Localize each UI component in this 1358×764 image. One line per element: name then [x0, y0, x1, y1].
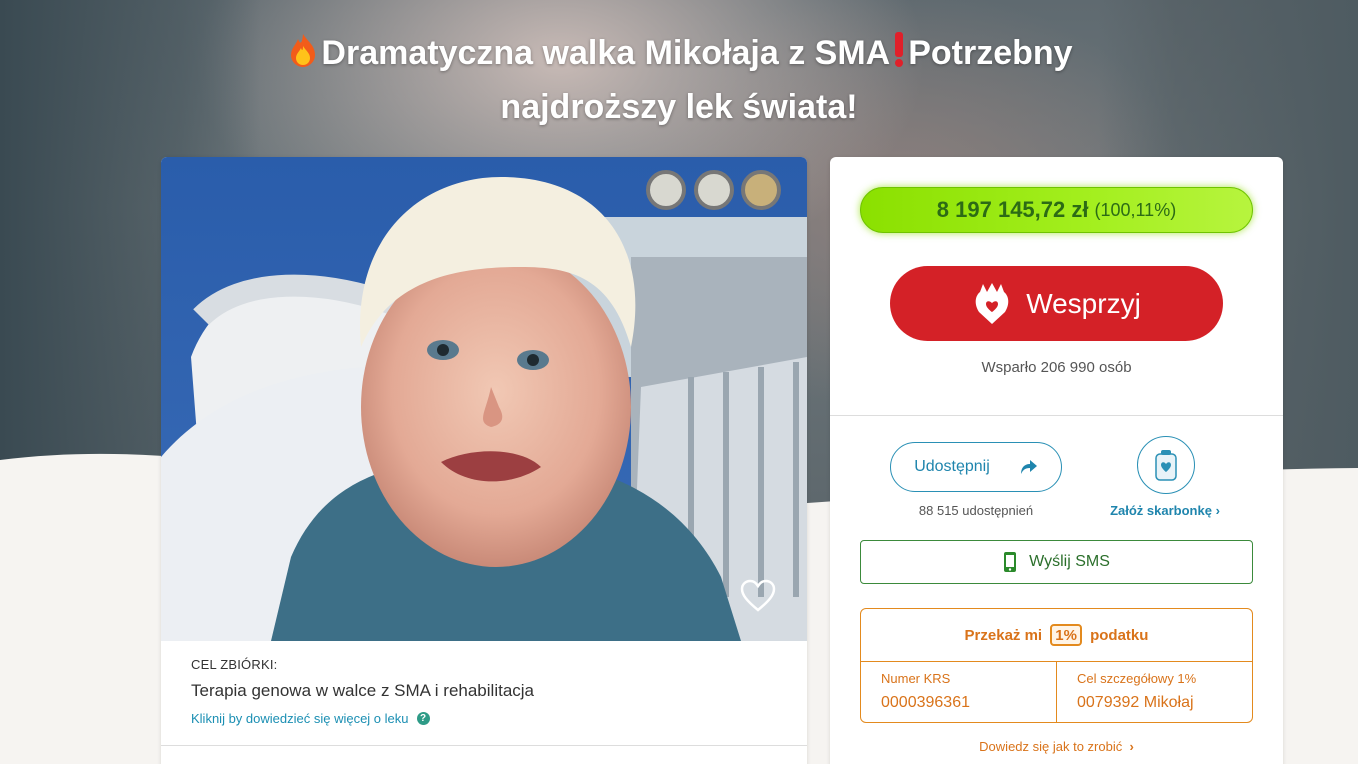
goal-section: CEL ZBIÓRKI: Terapia genowa w walce z SM…: [191, 657, 781, 726]
donate-label: Wesprzyj: [1026, 287, 1141, 319]
tax-goal-cell: Cel szczegółowy 1% 0079392 Mikołaj: [1056, 662, 1252, 722]
amount-raised: 8 197 145,72 zł: [936, 197, 1089, 222]
howto-label: Dowiedz się jak to zrobić: [979, 739, 1123, 754]
share-count: 88 515 udostępnień: [918, 503, 1034, 518]
exclamation-icon: [892, 30, 906, 82]
help-icon: ?: [416, 712, 430, 725]
share-button[interactable]: Udostępnij: [890, 442, 1062, 492]
tax-details: Numer KRS 0000396361 Cel szczegółowy 1% …: [861, 662, 1252, 722]
sms-label: Wyślij SMS: [1029, 553, 1110, 570]
heart-hand-icon: [975, 282, 1009, 324]
learn-more-link[interactable]: Kliknij by dowiedzieć się więcej o leku …: [191, 711, 781, 726]
percent-badge: 1%: [1050, 624, 1083, 646]
divider: [830, 415, 1283, 416]
create-piggy-label: Załóż skarbonkę: [1110, 503, 1212, 518]
goal-label: CEL ZBIÓRKI:: [191, 657, 278, 672]
title-text-2: Potrzebny: [908, 34, 1073, 72]
tax-heading-after: podatku: [1090, 626, 1149, 644]
page-title: Dramatyczna walka Mikołaja z SMA Potrzeb…: [229, 28, 1129, 132]
supporters-count: Wsparło 206 990 osób: [981, 359, 1132, 376]
howto-link[interactable]: Dowiedz się jak to zrobić ›: [830, 739, 1283, 754]
piggy-bank-button[interactable]: [1137, 436, 1195, 494]
tax-heading-before: Przekaż mi: [964, 626, 1043, 644]
send-sms-button[interactable]: Wyślij SMS: [860, 540, 1253, 584]
divider: [161, 745, 807, 746]
share-label: Udostępnij: [914, 458, 990, 475]
krs-value: 0000396361: [881, 694, 970, 711]
share-arrow-icon: [1020, 460, 1037, 474]
tax-heading: Przekaż mi 1% podatku: [861, 609, 1252, 662]
tax-goal-value: 0079392 Mikołaj: [1077, 694, 1194, 711]
krs-label: Numer KRS: [881, 671, 951, 686]
fire-icon: [287, 32, 319, 82]
learn-more-label: Kliknij by dowiedzieć się więcej o leku: [191, 711, 409, 726]
phone-icon: [1004, 552, 1017, 572]
donate-button[interactable]: Wesprzyj: [890, 266, 1223, 341]
krs-cell: Numer KRS 0000396361: [861, 662, 1056, 722]
chevron-right-icon: ›: [1215, 503, 1220, 518]
campaign-card: CEL ZBIÓRKI: Terapia genowa w walce z SM…: [161, 157, 807, 764]
heart-outline-icon: [740, 579, 776, 612]
piggy-bank-icon: [1155, 450, 1177, 481]
title-text-1: Dramatyczna walka Mikołaja z SMA: [321, 34, 891, 72]
tax-donation-box: Przekaż mi 1% podatku Numer KRS 00003963…: [860, 608, 1253, 723]
title-text-3: najdroższy lek świata!: [500, 88, 858, 126]
amount-percent: (100,11%): [1094, 199, 1177, 220]
favorite-button[interactable]: [739, 577, 777, 615]
goal-title: Terapia genowa w walce z SMA i rehabilit…: [191, 681, 535, 700]
donation-card: 8 197 145,72 zł (100,11%) Wesprzyj Wspar…: [830, 157, 1283, 764]
create-piggy-link[interactable]: Załóż skarbonkę ›: [1100, 503, 1230, 518]
campaign-photo: [161, 157, 807, 641]
chevron-right-icon: ›: [1125, 739, 1134, 754]
funding-progress: 8 197 145,72 zł (100,11%): [860, 187, 1253, 233]
tax-goal-label: Cel szczegółowy 1%: [1077, 671, 1197, 686]
